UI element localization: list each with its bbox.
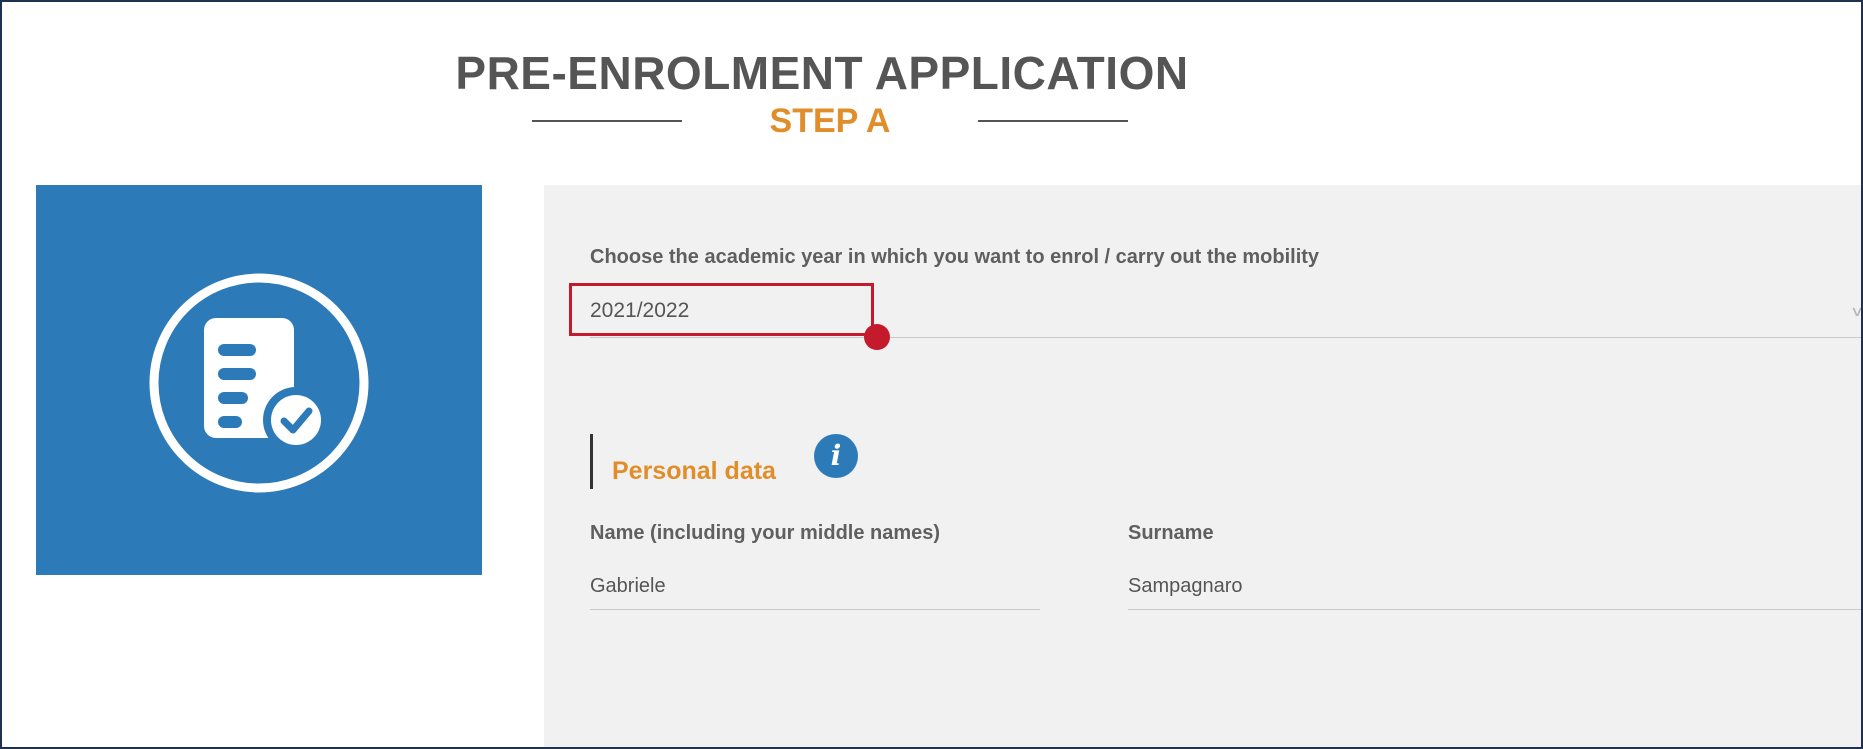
academic-year-label: Choose the academic year in which you wa… <box>590 246 1320 268</box>
step-indicator: STEP A <box>532 102 1128 146</box>
name-field[interactable]: Gabriele <box>590 567 1040 610</box>
highlight-marker-dot <box>864 324 890 350</box>
step-divider-right <box>978 120 1128 122</box>
section-title-personal-data: Personal data <box>612 457 776 485</box>
surname-label: Surname <box>1128 522 1214 544</box>
info-icon[interactable]: i <box>814 434 858 478</box>
name-label: Name (including your middle names) <box>590 522 941 544</box>
chevron-down-icon[interactable]: ∨ <box>1850 303 1861 320</box>
highlight-box <box>569 283 874 336</box>
surname-field[interactable]: Sampagnaro <box>1128 567 1861 610</box>
hero-tile <box>36 185 482 575</box>
page-frame: PRE-ENROLMENT APPLICATION STEP A Choose … <box>0 0 1863 749</box>
document-check-icon <box>149 273 369 493</box>
section-accent-bar <box>590 434 593 489</box>
page-title: PRE-ENROLMENT APPLICATION <box>455 47 1189 99</box>
surname-value: Sampagnaro <box>1128 575 1243 597</box>
name-value: Gabriele <box>590 575 666 597</box>
